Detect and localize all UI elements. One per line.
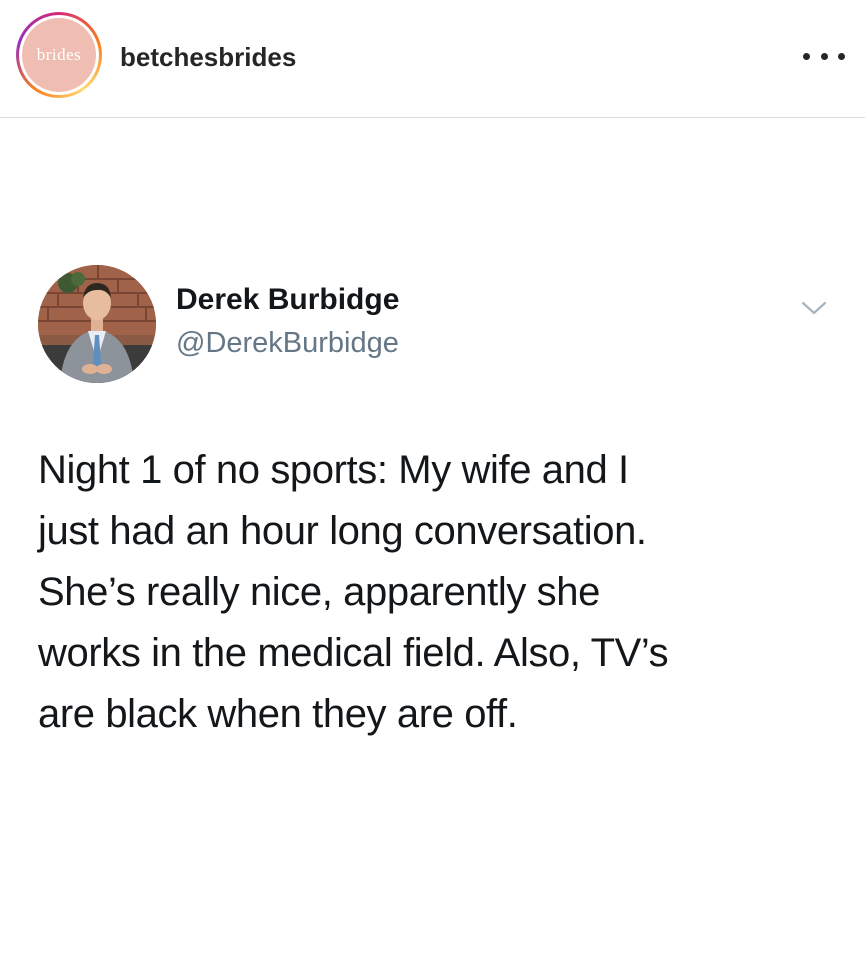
tweet-text-line: works in the medical field. Also, TV’s — [38, 631, 669, 675]
tweet-author-name[interactable]: Derek Burbidge — [176, 283, 399, 317]
avatar-logo: brides — [22, 18, 96, 92]
tweet-text: Night 1 of no sports: My wife and I just… — [38, 440, 838, 745]
tweet-text-line: just had an hour long conversation. — [38, 509, 647, 553]
chevron-down-icon[interactable] — [799, 298, 829, 318]
tweet-text-line: are black when they are off. — [38, 692, 518, 736]
more-options-button[interactable] — [803, 44, 845, 68]
account-username[interactable]: betchesbrides — [120, 42, 296, 73]
avatar-inner-ring: brides — [19, 15, 99, 95]
more-horizontal-icon — [820, 52, 828, 60]
instagram-post: brides betchesbrides Derek Burbidge @Der… — [0, 0, 865, 960]
more-horizontal-icon — [838, 52, 845, 60]
author-photo — [38, 265, 156, 383]
tweet-card: Derek Burbidge @DerekBurbidge Night 1 of… — [0, 118, 865, 960]
post-header: brides betchesbrides — [0, 0, 865, 118]
tweet-author-handle[interactable]: @DerekBurbidge — [176, 327, 399, 360]
tweet-text-line: Night 1 of no sports: My wife and I — [38, 448, 629, 492]
account-avatar[interactable]: brides — [16, 12, 102, 98]
more-horizontal-icon — [803, 52, 810, 60]
tweet-author-avatar[interactable] — [38, 265, 156, 383]
tweet-text-line: She’s really nice, apparently she — [38, 570, 600, 614]
